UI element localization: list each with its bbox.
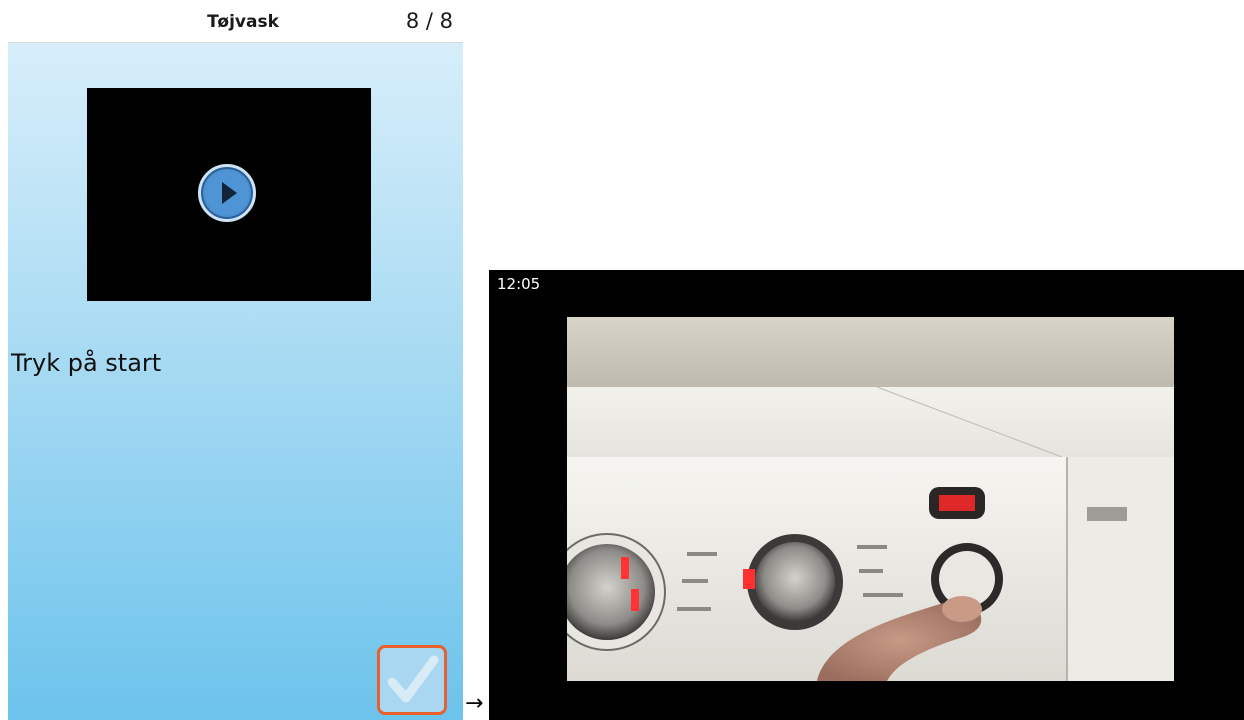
washing-machine-video-still: [567, 317, 1174, 681]
header-bar: Tøjvask 8 / 8: [8, 0, 463, 43]
play-icon[interactable]: [198, 164, 256, 222]
transition-arrow: →: [465, 691, 484, 716]
phone-screen: Tøjvask 8 / 8 Tryk på start: [0, 0, 463, 720]
confirm-step-button[interactable]: [377, 645, 447, 715]
step-content: Tryk på start: [8, 43, 463, 720]
checkmark-icon: [387, 655, 439, 703]
screenshot-stage: Tøjvask 8 / 8 Tryk på start → 12:05: [0, 0, 1244, 720]
page-counter: 8 / 8: [405, 9, 453, 33]
video-frame[interactable]: [567, 317, 1174, 681]
video-player[interactable]: 12:05: [489, 270, 1244, 720]
instruction-text: Tryk på start: [11, 349, 162, 377]
video-thumbnail[interactable]: [87, 88, 371, 301]
status-clock: 12:05: [497, 275, 541, 293]
